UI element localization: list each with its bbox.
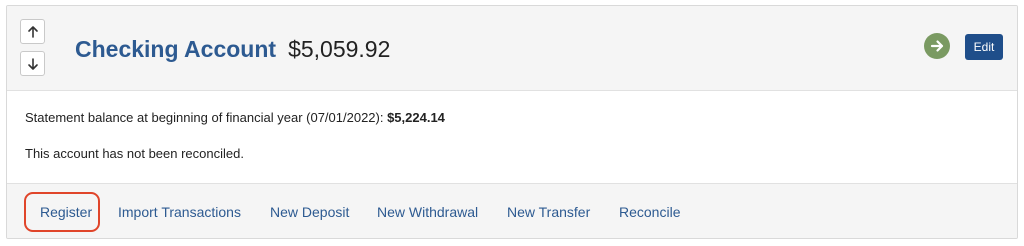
account-card: Checking Account $5,059.92 Edit Statemen… (6, 5, 1018, 239)
statement-balance-amount: $5,224.14 (387, 110, 445, 125)
new-deposit-link[interactable]: New Deposit (270, 204, 349, 220)
import-transactions-link[interactable]: Import Transactions (118, 204, 241, 220)
edit-button[interactable]: Edit (965, 34, 1003, 60)
move-down-button[interactable] (20, 51, 45, 76)
register-link[interactable]: Register (40, 204, 92, 220)
arrow-up-icon (27, 25, 38, 38)
account-title: Checking Account $5,059.92 (75, 33, 390, 65)
new-withdrawal-link[interactable]: New Withdrawal (377, 204, 478, 220)
go-to-account-button[interactable] (924, 33, 950, 59)
account-actions-bar: Register Import Transactions New Deposit… (7, 183, 1017, 238)
account-header: Checking Account $5,059.92 Edit (7, 6, 1017, 91)
account-name-link[interactable]: Checking Account (75, 36, 276, 63)
move-up-button[interactable] (20, 19, 45, 44)
reconcile-status-text: This account has not been reconciled. (25, 146, 244, 161)
new-transfer-link[interactable]: New Transfer (507, 204, 590, 220)
statement-balance-text: Statement balance at beginning of financ… (25, 110, 445, 125)
statement-balance-label: Statement balance at beginning of financ… (25, 110, 388, 125)
account-balance: $5,059.92 (288, 35, 391, 62)
account-details: Statement balance at beginning of financ… (7, 91, 1017, 183)
arrow-down-icon (27, 57, 38, 70)
reconcile-link[interactable]: Reconcile (619, 204, 680, 220)
arrow-right-icon (930, 40, 944, 52)
